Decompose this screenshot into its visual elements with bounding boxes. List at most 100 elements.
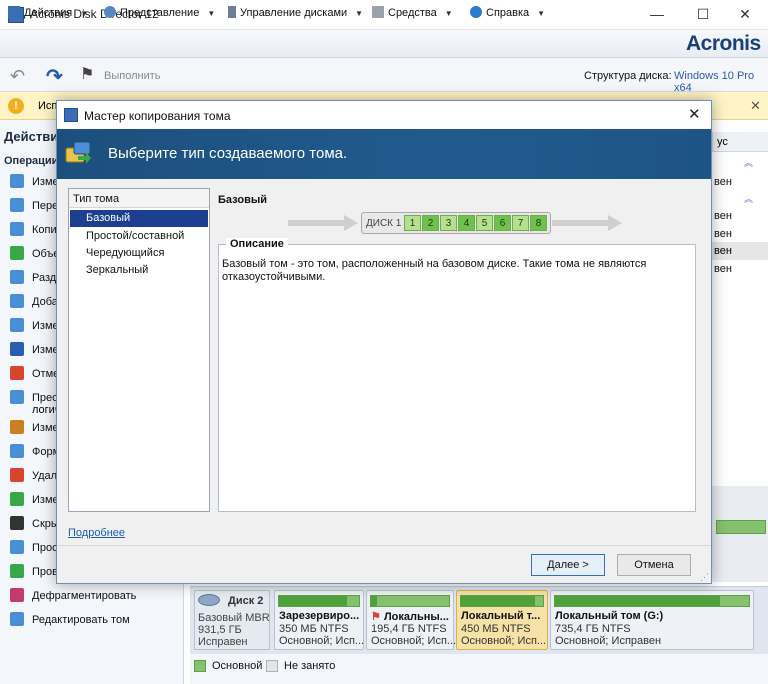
- status-cell: вен: [714, 228, 732, 240]
- volume-type-striped[interactable]: Чередующийся: [70, 245, 208, 262]
- notification-close-icon[interactable]: ✕: [750, 98, 761, 114]
- next-button[interactable]: Далее >: [531, 554, 605, 576]
- operation-label: Дефрагментировать: [32, 590, 137, 602]
- partition-selected[interactable]: Локальный т... 450 МБ NTFS Основной; Исп…: [456, 590, 548, 650]
- add-icon: [10, 294, 24, 308]
- menu-disk-management[interactable]: Управление дисками ▼: [228, 6, 363, 22]
- operation-item[interactable]: Дефрагментировать: [10, 588, 182, 608]
- partition-usage-fill: [371, 596, 378, 606]
- more-info-link[interactable]: Подробнее: [68, 527, 125, 539]
- legend-primary-label: Основной: [212, 660, 263, 672]
- menu-view-label: Представление: [120, 7, 200, 19]
- redo-icon[interactable]: ↷: [46, 64, 63, 89]
- menu-tools-label: Средства: [388, 7, 437, 19]
- operation-label: Пере: [32, 200, 59, 212]
- resize-icon: [10, 174, 24, 188]
- notification-text: Исп: [38, 100, 58, 112]
- undo-icon[interactable]: ↶: [10, 66, 25, 87]
- operation-item[interactable]: Редактировать том: [10, 612, 182, 632]
- delete-icon: [10, 468, 24, 482]
- hide-icon: [10, 516, 24, 530]
- chevron-down-icon: ▼: [207, 9, 216, 18]
- menu-actions[interactable]: Действия ▼: [8, 6, 88, 22]
- dialog-app-icon: [64, 108, 78, 122]
- menu-disk-management-label: Управление дисками: [240, 7, 348, 19]
- partition-usage-fill: [555, 596, 720, 606]
- tools-icon: [372, 6, 384, 18]
- maximize-button[interactable]: ☐: [680, 0, 726, 30]
- dialog-title: Мастер копирования тома: [84, 109, 231, 123]
- disk-type: Базовый MBR: [198, 612, 270, 624]
- disk-cell: 1: [404, 215, 421, 231]
- partition-name: Зарезервиро...: [279, 610, 360, 622]
- disk-cell: 6: [494, 215, 511, 231]
- operation-label: Редактировать том: [32, 614, 130, 626]
- partition-size: 195,4 ГБ NTFS: [371, 623, 447, 635]
- description-text: Базовый том - это том, расположенный на …: [222, 258, 647, 283]
- status-cell: вен: [714, 245, 732, 257]
- partition-name: Локальный т...: [461, 610, 541, 622]
- partition-usage-bar: [278, 595, 360, 607]
- disk-cell: 2: [422, 215, 439, 231]
- disk-manage-icon: [228, 6, 236, 18]
- partition-status: Основной; Исправен: [555, 635, 662, 647]
- menu-tools[interactable]: Средства ▼: [372, 6, 453, 22]
- partition-name: ⚑ Локальны...: [371, 610, 453, 623]
- volume-type-header-label: Тип тома: [73, 193, 120, 205]
- merge-icon: [10, 246, 24, 260]
- operation-label: Скры: [32, 518, 59, 530]
- move-icon: [10, 198, 24, 212]
- status-column-label: ус: [717, 136, 728, 148]
- disk-name: Диск 2: [228, 595, 264, 607]
- convert-icon: [10, 390, 24, 404]
- selected-type-heading: Базовый: [218, 194, 267, 206]
- operations-header: Операции: [4, 155, 59, 167]
- disk-structure-link[interactable]: Windows 10 Pro x64: [674, 70, 768, 94]
- partition[interactable]: ⚑ Локальны... 195,4 ГБ NTFS Основной; Ис…: [366, 590, 457, 650]
- disk-cell: 4: [458, 215, 475, 231]
- flag-icon[interactable]: ⚑: [80, 64, 94, 84]
- disk-cell: 7: [512, 215, 529, 231]
- dialog-instruction: Выберите тип создаваемого тома.: [108, 145, 348, 162]
- volume-type-basic[interactable]: Базовый: [70, 210, 208, 227]
- wizard-icon: [65, 141, 91, 164]
- letter-icon: [10, 342, 24, 356]
- view-icon: [104, 6, 116, 18]
- partition[interactable]: Локальный том (G:) 735,4 ГБ NTFS Основно…: [550, 590, 754, 650]
- disk-cell: 5: [476, 215, 493, 231]
- change-icon: [10, 318, 24, 332]
- partition-status: Основной; Исп...: [279, 635, 365, 647]
- menu-help[interactable]: Справка ▼: [470, 6, 545, 22]
- legend-free-swatch: [266, 660, 278, 672]
- volume-type-simple[interactable]: Простой/составной: [70, 228, 208, 245]
- disk-icon: [198, 594, 220, 606]
- partition[interactable]: Зарезервиро... 350 МБ NTFS Основной; Исп…: [274, 590, 364, 650]
- menu-actions-label: Действия: [24, 7, 73, 19]
- resize-grip-icon[interactable]: ⋰: [700, 572, 709, 583]
- status-cell: вен: [714, 263, 732, 275]
- selected-row[interactable]: вен: [712, 242, 768, 260]
- menu-view[interactable]: Представление ▼: [104, 6, 215, 22]
- partition-bar: [716, 520, 766, 534]
- status-cell: вен: [714, 176, 732, 188]
- operation-label: Прос: [32, 542, 58, 554]
- check-icon: [10, 564, 24, 578]
- actions-icon: [8, 6, 20, 18]
- dialog-close-icon[interactable]: ✕: [688, 105, 701, 123]
- label-icon: [10, 420, 24, 434]
- volume-type-mirrored[interactable]: Зеркальный: [70, 262, 208, 279]
- partition-usage-fill: [279, 596, 347, 606]
- operation-label: Доба: [32, 296, 58, 308]
- status-column-header[interactable]: ус: [712, 132, 768, 152]
- browse-icon: [10, 540, 24, 554]
- legend-free-label: Не занято: [284, 660, 336, 672]
- cancel-button[interactable]: Отмена: [617, 554, 691, 576]
- collapse-icon[interactable]: ︽: [744, 156, 753, 169]
- close-button[interactable]: ✕: [722, 0, 768, 30]
- defrag-icon: [10, 588, 24, 602]
- minimize-button[interactable]: —: [634, 0, 680, 30]
- collapse-icon[interactable]: ︽: [744, 192, 753, 205]
- partition-status: Основной; Исп...: [371, 635, 457, 647]
- edit-icon: [10, 612, 24, 626]
- execute-button[interactable]: Выполнить: [104, 70, 160, 82]
